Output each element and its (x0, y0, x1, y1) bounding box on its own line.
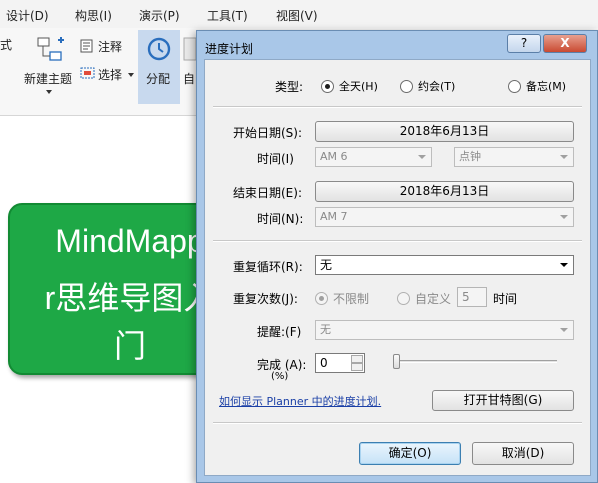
start-time-value: AM 6 (320, 150, 348, 163)
new-topic-dropdown-icon[interactable] (46, 90, 52, 94)
separator (213, 240, 582, 242)
end-time-select[interactable]: AM 7 (315, 207, 574, 227)
complete-unit-label: (%) (271, 371, 289, 382)
type-appointment-label[interactable]: 约会(T) (418, 78, 455, 94)
repeat-custom-label: 自定义 (415, 292, 452, 306)
menu-tools[interactable]: 工具(T) (207, 7, 248, 24)
open-gantt-button[interactable]: 打开甘特图(G) (432, 390, 574, 411)
spinner-down-icon[interactable] (351, 363, 363, 371)
separator (213, 422, 582, 424)
assign-label: 分配 (146, 72, 171, 86)
separator (213, 106, 582, 108)
close-button[interactable]: X (543, 34, 587, 53)
dialog-body: 类型: 全天(H) 约会(T) 备忘(M) 开始日期(S): 2018年6月13… (204, 59, 591, 476)
help-button[interactable]: ? (507, 34, 541, 53)
chevron-down-icon (560, 155, 568, 159)
type-label: 类型: (275, 80, 304, 94)
complete-slider-track (395, 360, 557, 363)
start-time-select[interactable]: AM 6 (315, 147, 432, 167)
menu-bar: 设计(D) 构思(I) 演示(P) 工具(T) 视图(V) (0, 0, 598, 28)
end-date-label: 结束日期(E): (233, 186, 302, 200)
menu-ideas[interactable]: 构思(I) (75, 7, 112, 24)
auto-label[interactable]: 自 (183, 70, 195, 87)
clock-icon (147, 37, 171, 61)
dialog-title: 进度计划 (205, 42, 254, 56)
reminder-select[interactable]: 无 (315, 320, 574, 340)
recurrence-select[interactable]: 无 (315, 255, 574, 275)
chevron-down-icon (560, 215, 568, 219)
start-date-label: 开始日期(S): (233, 126, 303, 140)
menu-present[interactable]: 演示(P) (139, 7, 180, 24)
schedule-dialog: 进度计划 ? X 类型: 全天(H) 约会(T) 备忘(M) 开始日期(S): … (196, 30, 598, 483)
note-button[interactable]: 注释 (80, 38, 134, 56)
chevron-down-icon (418, 155, 426, 159)
chevron-down-icon (560, 328, 568, 332)
repeat-unlimited-label: 不限制 (333, 292, 370, 306)
complete-slider-thumb[interactable] (393, 354, 400, 369)
note-icon (80, 39, 93, 53)
type-allday-label[interactable]: 全天(H) (339, 78, 378, 94)
start-minute-value: 点钟 (459, 150, 481, 163)
select-button[interactable]: 选择 (80, 66, 136, 84)
recurrence-label: 重复循环(R): (233, 260, 303, 274)
chevron-down-icon (560, 263, 568, 267)
ribbon-format-label[interactable]: 式 (0, 36, 12, 53)
type-memo-label[interactable]: 备忘(M) (526, 78, 566, 94)
end-time-label: 时间(N): (257, 212, 304, 226)
select-label: 选择 (98, 68, 123, 82)
repeat-unlimited-radio[interactable] (315, 292, 328, 305)
spinner-up-icon[interactable] (351, 355, 363, 363)
ok-button[interactable]: 确定(O) (359, 442, 461, 465)
menu-design[interactable]: 设计(D) (6, 7, 49, 24)
repeat-count-label: 重复次数(J): (233, 292, 298, 306)
start-time-label: 时间(I) (257, 152, 294, 166)
reminder-label: 提醒:(F) (257, 325, 302, 339)
menu-view[interactable]: 视图(V) (276, 7, 318, 24)
repeat-count-input[interactable]: 5 (457, 287, 487, 307)
complete-value: 0 (320, 356, 328, 370)
complete-input[interactable]: 0 (315, 353, 365, 373)
type-appointment-radio[interactable] (400, 80, 413, 93)
reminder-value: 无 (320, 323, 331, 336)
select-dropdown-icon[interactable] (128, 73, 134, 77)
end-date-button[interactable]: 2018年6月13日 (315, 181, 574, 202)
new-topic-icon (37, 37, 64, 61)
type-memo-radio[interactable] (508, 80, 521, 93)
start-date-button[interactable]: 2018年6月13日 (315, 121, 574, 142)
repeat-unit-label: 时间 (493, 292, 518, 306)
new-topic-button[interactable]: 新建主题 (24, 32, 78, 104)
start-minute-select[interactable]: 点钟 (454, 147, 574, 167)
planner-help-link[interactable]: 如何显示 Planner 中的进度计划. (219, 393, 381, 409)
note-label: 注释 (98, 40, 123, 54)
cancel-button[interactable]: 取消(D) (472, 442, 574, 465)
assign-button[interactable]: 分配 (138, 30, 180, 104)
select-icon (80, 67, 95, 79)
type-allday-radio[interactable] (321, 80, 334, 93)
new-topic-label: 新建主题 (24, 72, 73, 86)
recurrence-value: 无 (320, 258, 333, 272)
end-time-value: AM 7 (320, 210, 348, 223)
auto-icon (183, 37, 197, 61)
repeat-custom-radio[interactable] (397, 292, 410, 305)
